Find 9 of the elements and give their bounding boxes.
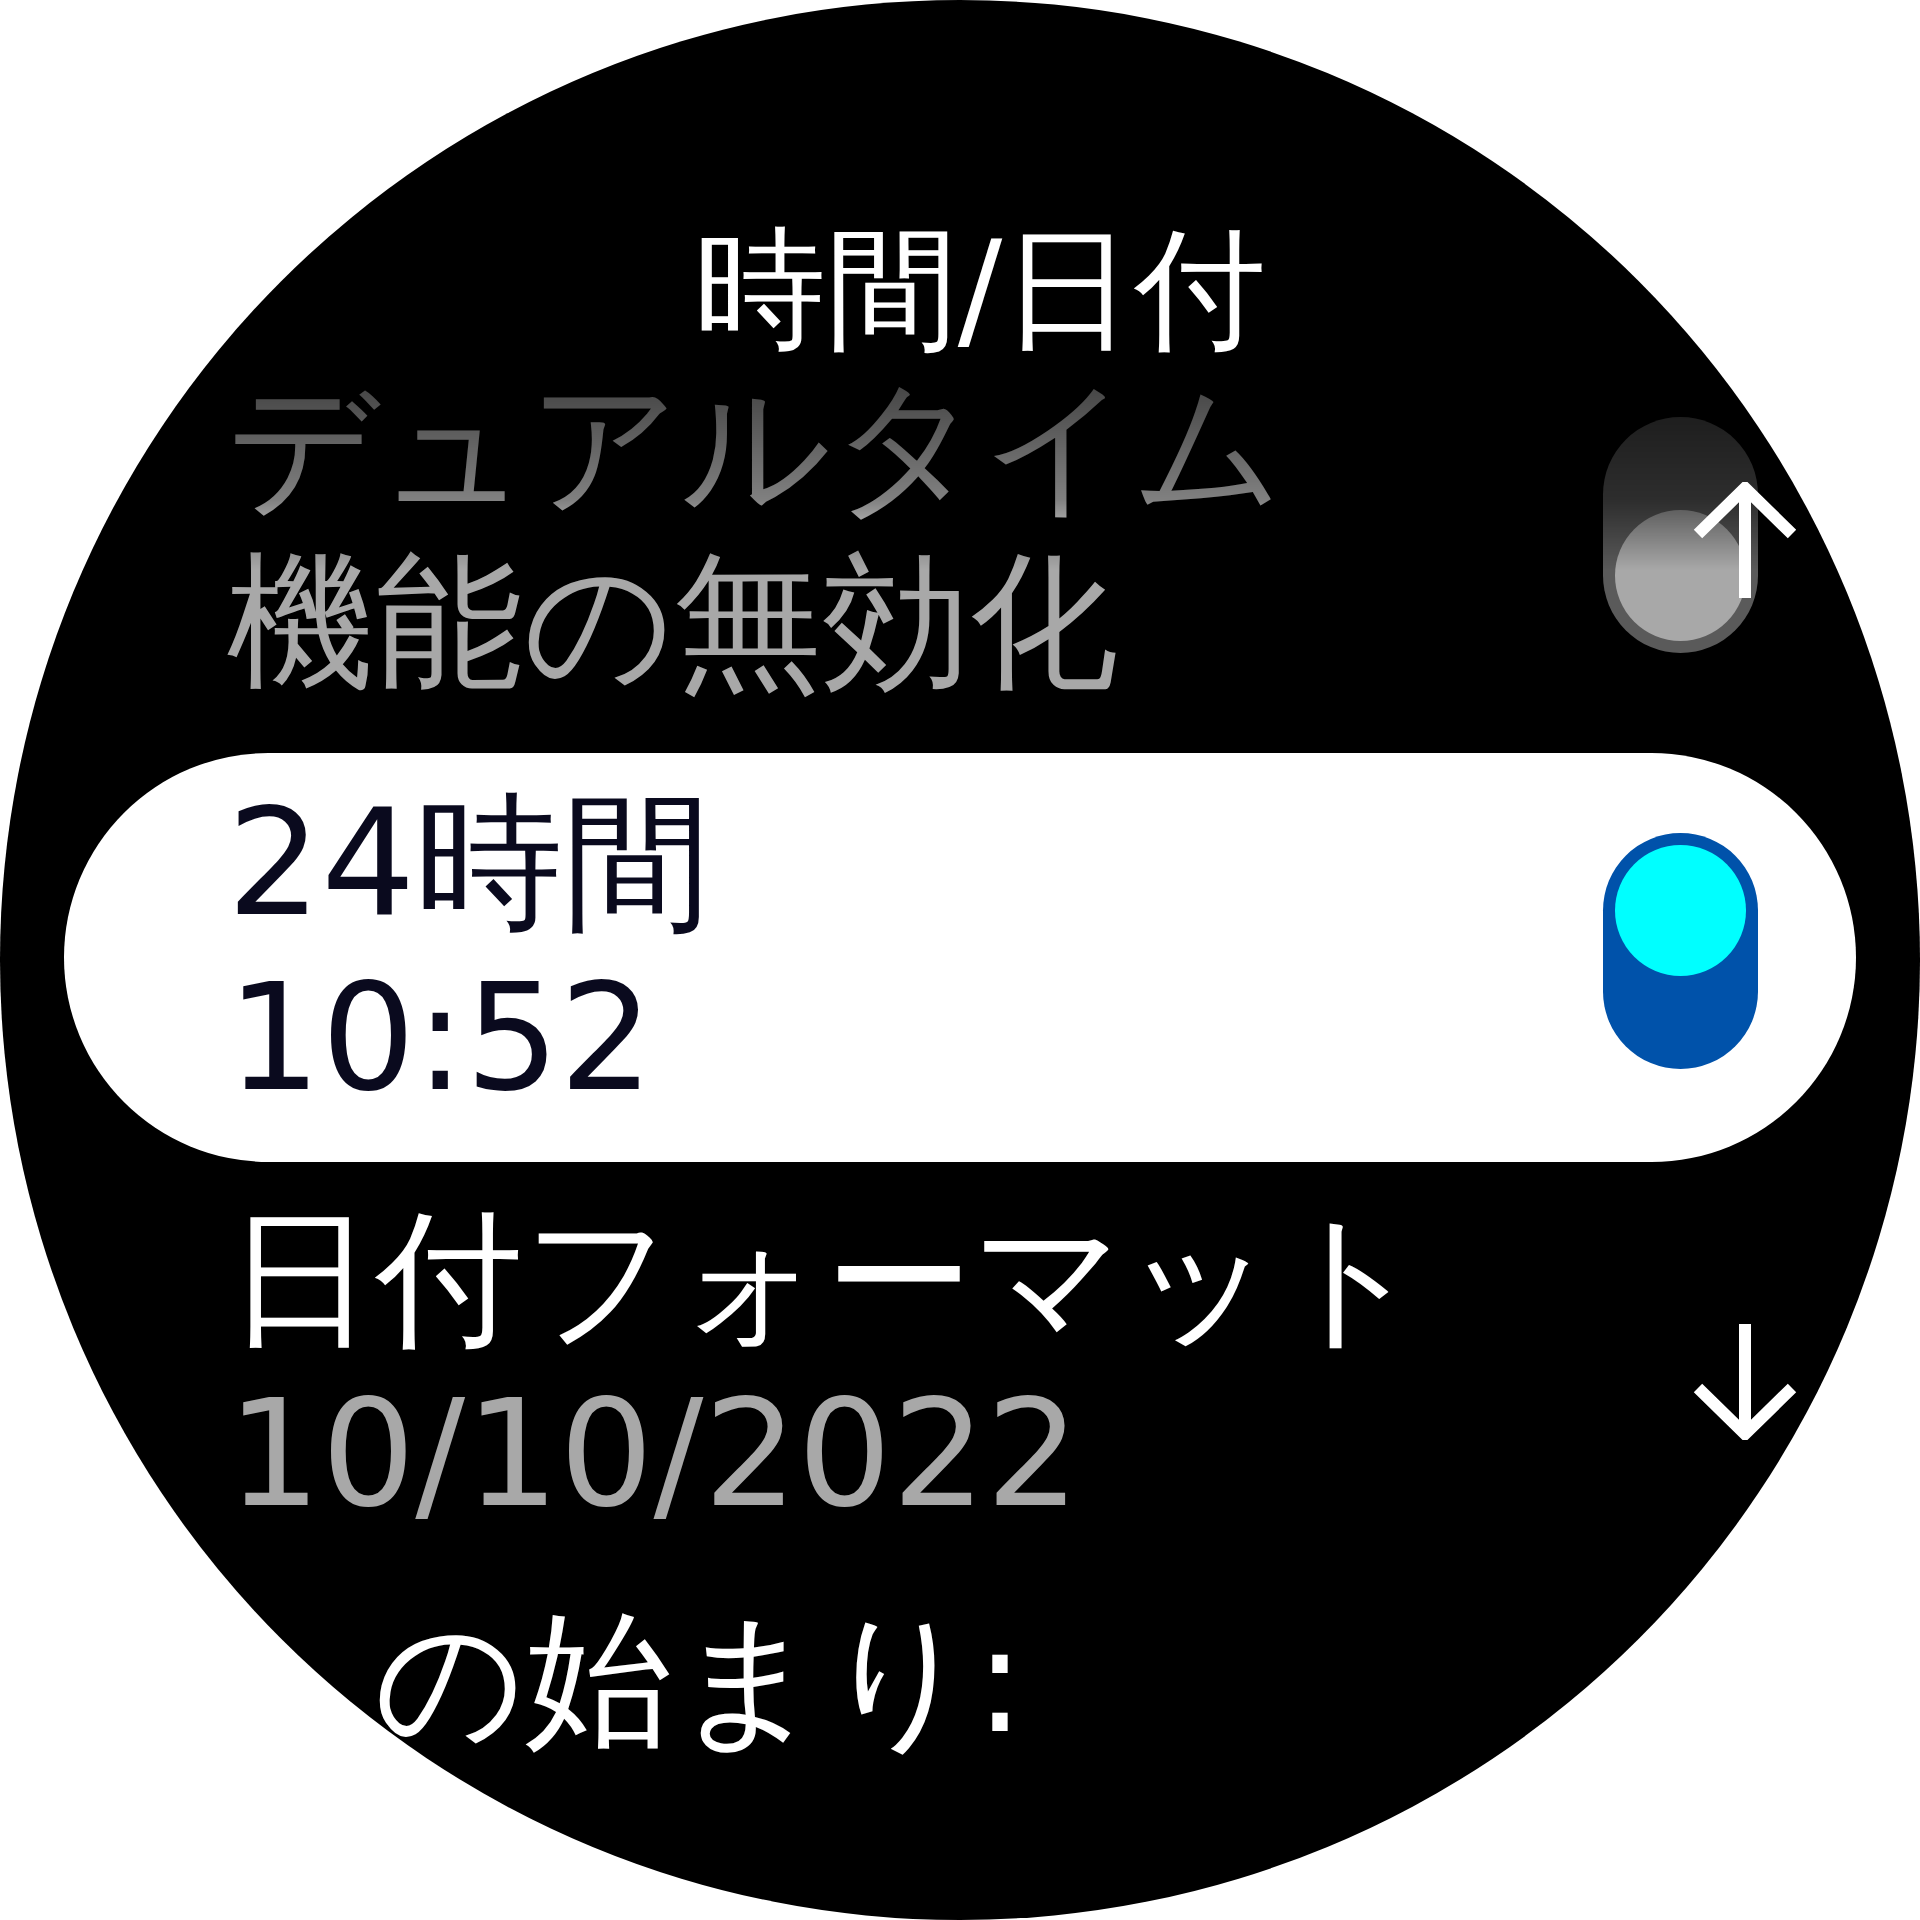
setting-row[interactable]: 日付フォーマット 10/10/2022 <box>64 1192 1856 1542</box>
setting-label: の始まり: <box>374 1593 1025 1768</box>
selected-setting-row[interactable]: 24時間 10:52 <box>64 753 1856 1162</box>
setting-label: 24時間 <box>227 776 712 951</box>
setting-value: 機能の無効化 <box>227 535 1119 710</box>
setting-label: 日付フォーマット <box>227 1192 1426 1367</box>
setting-row[interactable]: の始まり: <box>64 1593 1856 1768</box>
setting-value: 10/10/2022 <box>227 1367 1082 1542</box>
setting-value: 10:52 <box>227 951 655 1126</box>
